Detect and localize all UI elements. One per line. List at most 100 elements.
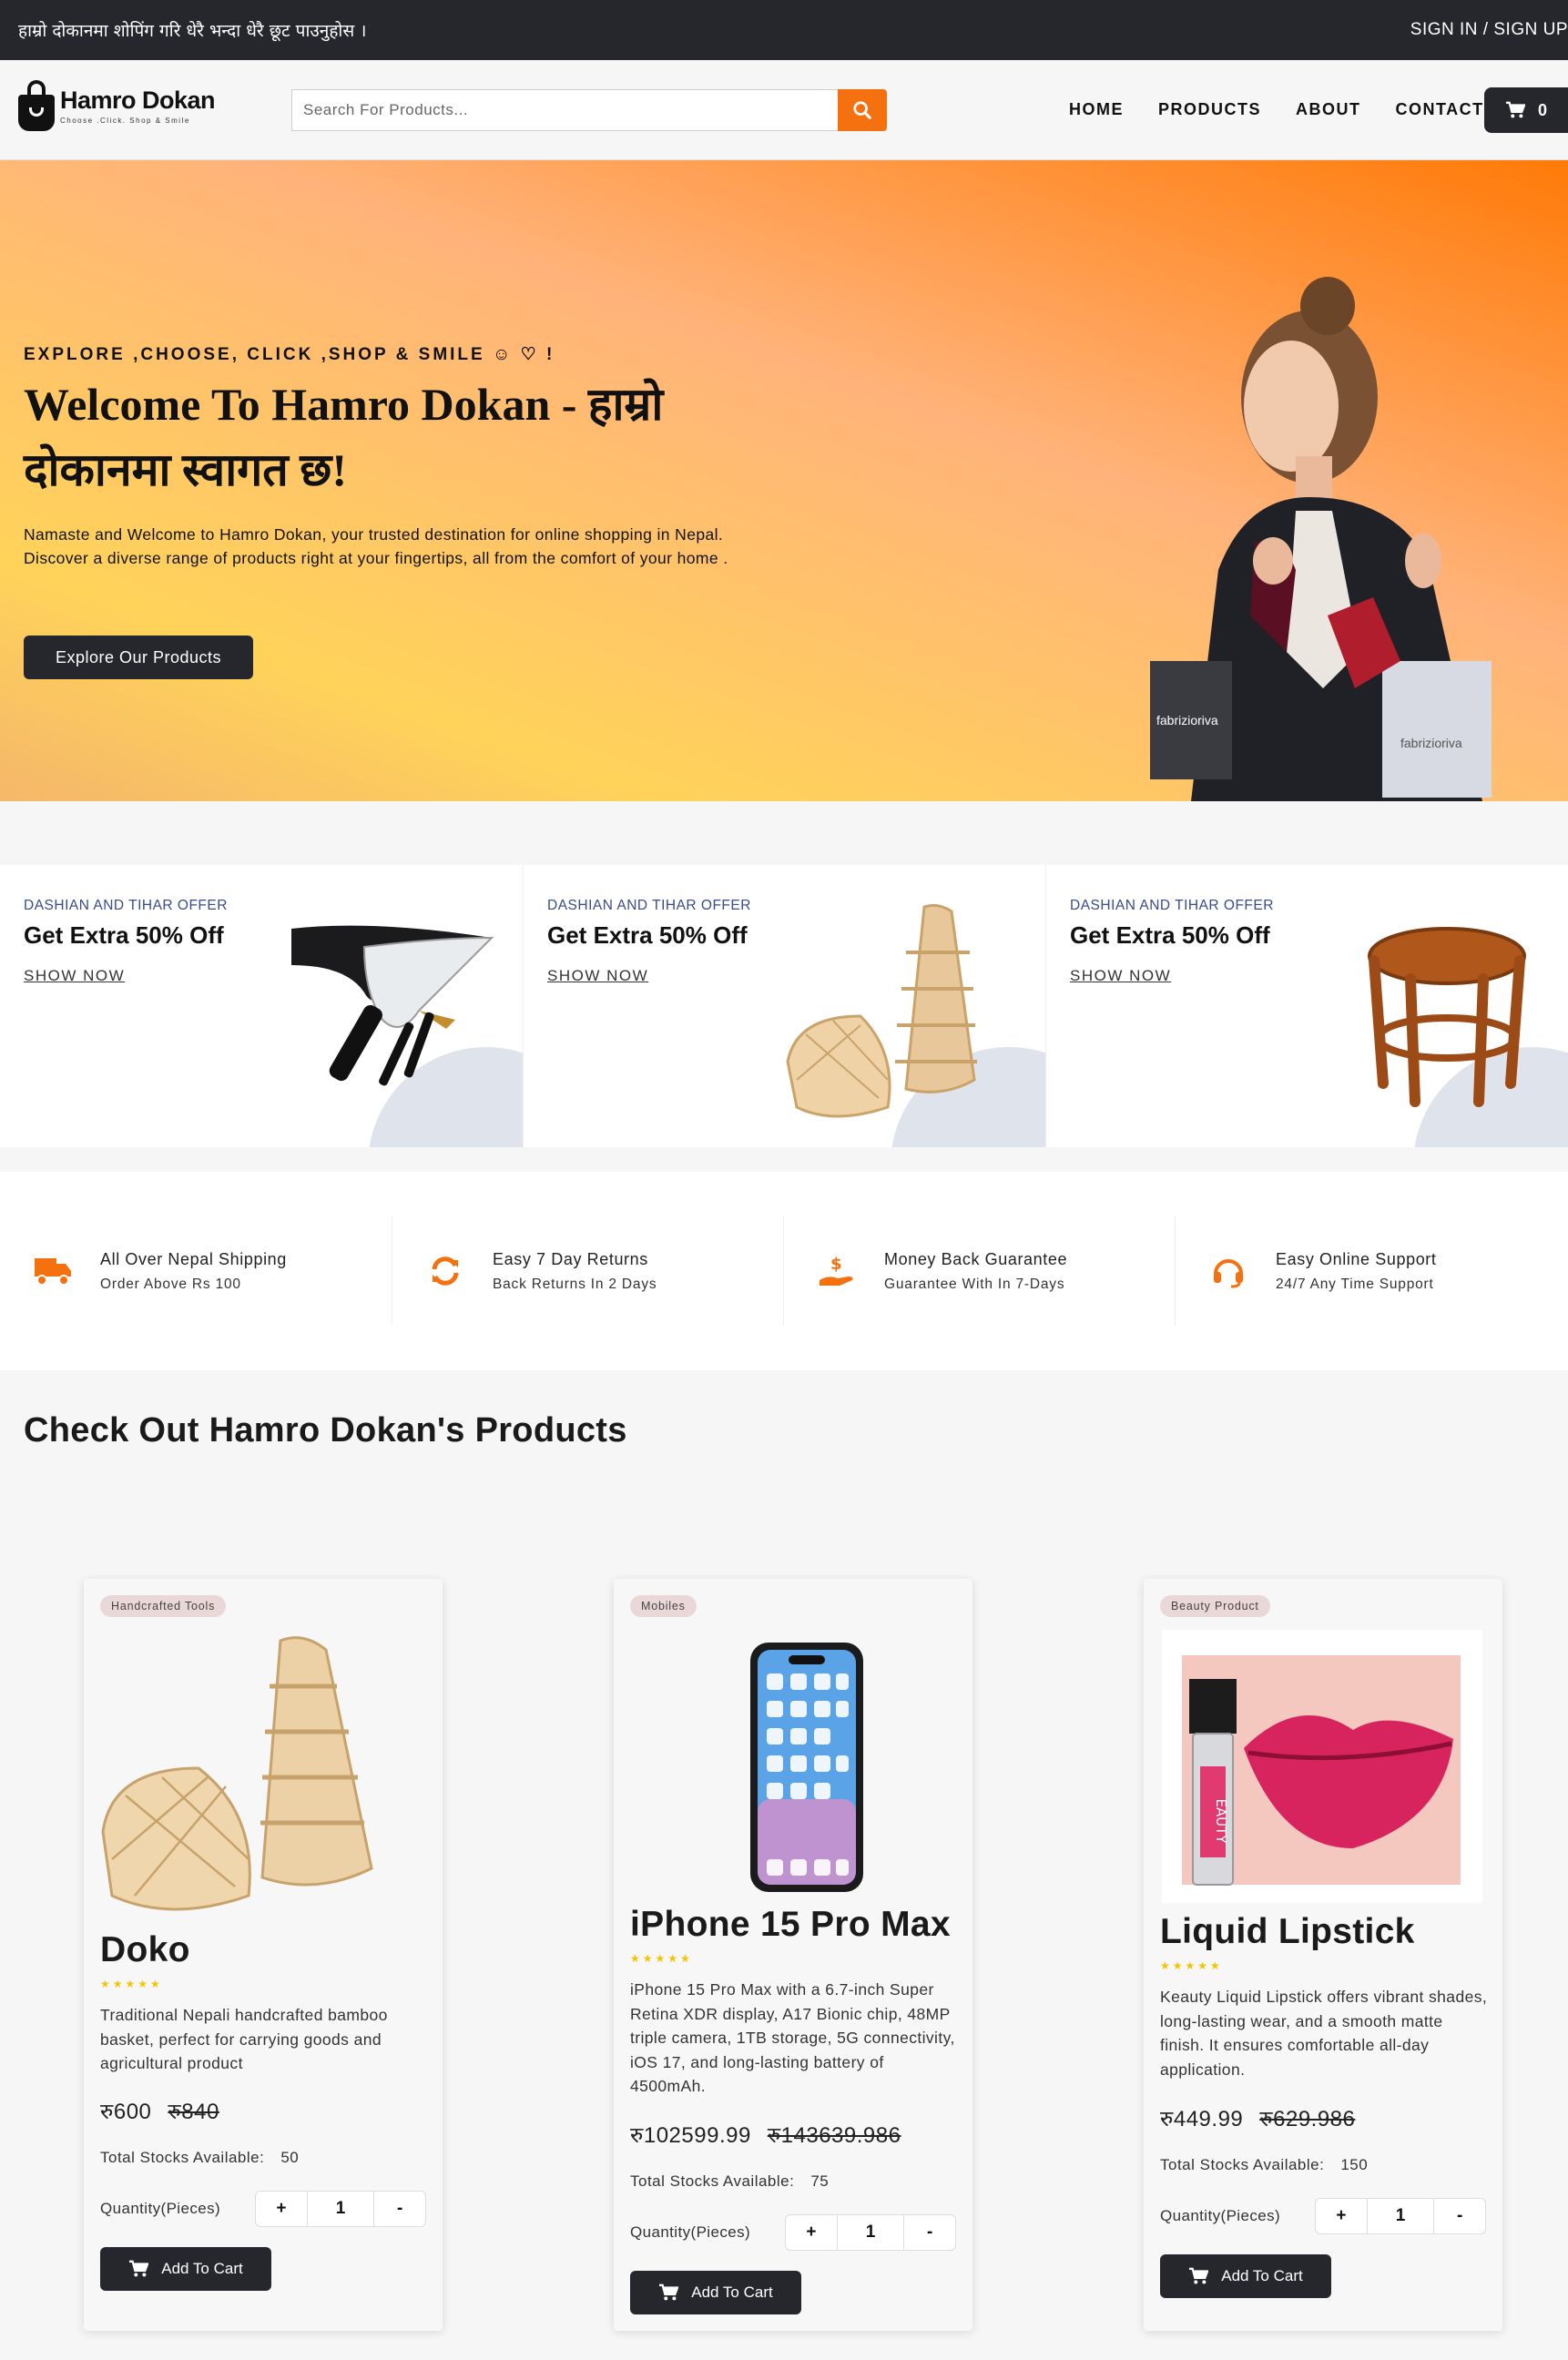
product-description: Keauty Liquid Lipstick offers vibrant sh… <box>1160 1988 1488 2079</box>
offer-card-doko[interactable]: DASHIAN AND TIHAR OFFER Get Extra 50% Of… <box>523 865 1045 1147</box>
product-price: रु102599.99 रु143639.986 <box>630 2120 901 2150</box>
product-description: Traditional Nepali handcrafted bamboo ba… <box>100 2006 388 2072</box>
quantity-selector: Quantity(Pieces) + 1 - <box>100 2191 428 2227</box>
explore-products-button[interactable]: Explore Our Products <box>24 636 253 679</box>
hero-kicker: EXPLORE ,CHOOSE, CLICK ,SHOP & SMILE ☺ ♡… <box>24 345 555 364</box>
offer-banners: DASHIAN AND TIHAR OFFER Get Extra 50% Of… <box>0 865 1568 1147</box>
increment-button[interactable]: + <box>1316 2199 1367 2233</box>
offer-category: DASHIAN AND TIHAR OFFER <box>1070 898 1274 913</box>
feature-money-back: $ Money Back Guarantee Guarantee With In… <box>783 1216 1175 1326</box>
offer-card-khukuri[interactable]: DASHIAN AND TIHAR OFFER Get Extra 50% Of… <box>0 865 523 1147</box>
search-input[interactable] <box>291 89 838 131</box>
hero-model-image: fabrizioriva fabrizioriva <box>1150 277 1492 801</box>
feature-title: Easy Online Support <box>1276 1249 1437 1268</box>
money-hand-icon: $ <box>820 1255 853 1286</box>
feature-subtitle: Order Above Rs 100 <box>100 1276 241 1292</box>
feature-subtitle: Back Returns In 2 Days <box>493 1276 657 1292</box>
search-bar <box>291 89 887 131</box>
rating-stars: ★★★★★ <box>630 1952 693 1965</box>
lipstick-tube-text: EAUTY <box>1213 1798 1229 1844</box>
quantity-value[interactable]: 1 <box>306 2192 375 2226</box>
headset-icon <box>1214 1259 1243 1288</box>
product-name[interactable]: Doko <box>100 1930 190 1970</box>
add-to-cart-button[interactable]: Add To Cart <box>100 2247 271 2291</box>
current-price: रु600 <box>100 2100 152 2124</box>
show-now-link[interactable]: SHOW NOW <box>1070 967 1171 985</box>
feature-returns: Easy 7 Day Returns Back Returns In 2 Day… <box>392 1216 783 1326</box>
product-price: रु600 रु840 <box>100 2096 219 2126</box>
product-image[interactable]: EAUTY <box>1158 1630 1486 1903</box>
logo[interactable]: Hamro Dokan Choose .Click. Shop & Smile <box>18 80 216 131</box>
stock-value: 150 <box>1340 2156 1369 2173</box>
cart-button[interactable]: 0 <box>1484 87 1568 133</box>
cart-icon <box>659 2284 679 2301</box>
quantity-selector: Quantity(Pieces) + 1 - <box>1160 2198 1488 2234</box>
announcement-text: हाम्रो दोकानमा शोपिंग गरि धेरै भन्दा धेर… <box>18 21 367 41</box>
offer-title: Get Extra 50% Off <box>547 921 748 949</box>
cart-count: 0 <box>1537 100 1547 119</box>
offer-category: DASHIAN AND TIHAR OFFER <box>547 898 751 913</box>
stock-info: Total Stocks Available: 50 <box>100 2149 299 2167</box>
offer-title: Get Extra 50% Off <box>1070 921 1270 949</box>
sign-in-link[interactable]: SIGN IN / SIGN UP <box>1410 20 1568 40</box>
product-name[interactable]: Liquid Lipstick <box>1160 1912 1415 1952</box>
product-image[interactable] <box>98 1632 426 1923</box>
svg-text:$: $ <box>830 1255 842 1274</box>
add-to-cart-button[interactable]: Add To Cart <box>630 2271 801 2314</box>
product-name[interactable]: iPhone 15 Pro Max <box>630 1905 951 1945</box>
offer-category: DASHIAN AND TIHAR OFFER <box>24 898 228 913</box>
product-card-iphone: Mobiles iPhone 15 Pro Max ★★★★★ iPhone 1… <box>614 1579 972 2331</box>
feature-subtitle: Guarantee With In 7-Days <box>884 1276 1065 1292</box>
quantity-label: Quantity(Pieces) <box>1160 2207 1281 2224</box>
product-card-lipstick: Beauty Product EAUTY Liquid Lipstick ★★★… <box>1144 1579 1502 2331</box>
show-now-link[interactable]: SHOW NOW <box>24 967 125 985</box>
add-to-cart-label: Add To Cart <box>1221 2267 1303 2284</box>
quantity-label: Quantity(Pieces) <box>630 2223 751 2241</box>
rating-stars: ★★★★★ <box>1160 1959 1223 1972</box>
offer-card-stool[interactable]: DASHIAN AND TIHAR OFFER Get Extra 50% Of… <box>1045 865 1568 1147</box>
product-image[interactable] <box>628 1635 956 1896</box>
feature-title: Money Back Guarantee <box>884 1249 1068 1268</box>
show-now-link[interactable]: SHOW NOW <box>547 967 648 985</box>
old-price: रु840 <box>168 2100 219 2124</box>
offer-title: Get Extra 50% Off <box>24 921 224 949</box>
nav-products[interactable]: PRODUCTS <box>1158 100 1261 119</box>
bag-brand-right: fabrizioriva <box>1400 736 1462 750</box>
decrement-button[interactable]: - <box>374 2192 425 2226</box>
cart-icon <box>1189 2267 1209 2284</box>
add-to-cart-button[interactable]: Add To Cart <box>1160 2254 1331 2298</box>
nav-contact[interactable]: CONTACT <box>1396 100 1484 119</box>
quantity-value[interactable]: 1 <box>1366 2199 1435 2233</box>
feature-title: Easy 7 Day Returns <box>493 1249 648 1268</box>
bamboo-stool-image <box>1368 927 1526 1107</box>
stock-label: Total Stocks Available: <box>100 2149 265 2166</box>
category-badge: Beauty Product <box>1160 1595 1270 1617</box>
decrement-button[interactable]: - <box>904 2215 955 2250</box>
announcement-bar: हाम्रो दोकानमा शोपिंग गरि धेरै भन्दा धेर… <box>0 0 1568 60</box>
product-price: रु449.99 रु629.986 <box>1160 2103 1355 2133</box>
old-price: रु143639.986 <box>767 2123 901 2148</box>
old-price: रु629.986 <box>1259 2107 1356 2131</box>
quantity-label: Quantity(Pieces) <box>100 2200 221 2217</box>
quantity-value[interactable]: 1 <box>836 2215 905 2250</box>
nav-home[interactable]: HOME <box>1069 100 1124 119</box>
category-badge: Mobiles <box>630 1595 697 1617</box>
current-price: रु102599.99 <box>630 2123 751 2148</box>
decrement-button[interactable]: - <box>1434 2199 1485 2233</box>
increment-button[interactable]: + <box>256 2192 307 2226</box>
bag-brand-left: fabrizioriva <box>1156 713 1218 727</box>
feature-subtitle: 24/7 Any Time Support <box>1276 1276 1434 1292</box>
refresh-icon <box>432 1256 459 1286</box>
search-button[interactable] <box>838 89 887 131</box>
main-navbar: Hamro Dokan Choose .Click. Shop & Smile … <box>0 60 1568 160</box>
nav-about[interactable]: ABOUT <box>1296 100 1361 119</box>
products-section-title: Check Out Hamro Dokan's Products <box>24 1411 627 1450</box>
product-description: iPhone 15 Pro Max with a 6.7-inch Super … <box>630 1980 955 2095</box>
product-card-doko: Handcrafted Tools Doko ★★★★★ Traditional… <box>84 1579 443 2331</box>
stock-info: Total Stocks Available: 75 <box>630 2172 829 2191</box>
cart-icon <box>129 2260 149 2277</box>
increment-button[interactable]: + <box>786 2215 837 2250</box>
feature-strip: All Over Nepal Shipping Order Above Rs 1… <box>0 1172 1568 1370</box>
nav-menu: HOME PRODUCTS ABOUT CONTACT <box>1069 100 1519 119</box>
stock-info: Total Stocks Available: 150 <box>1160 2156 1368 2174</box>
